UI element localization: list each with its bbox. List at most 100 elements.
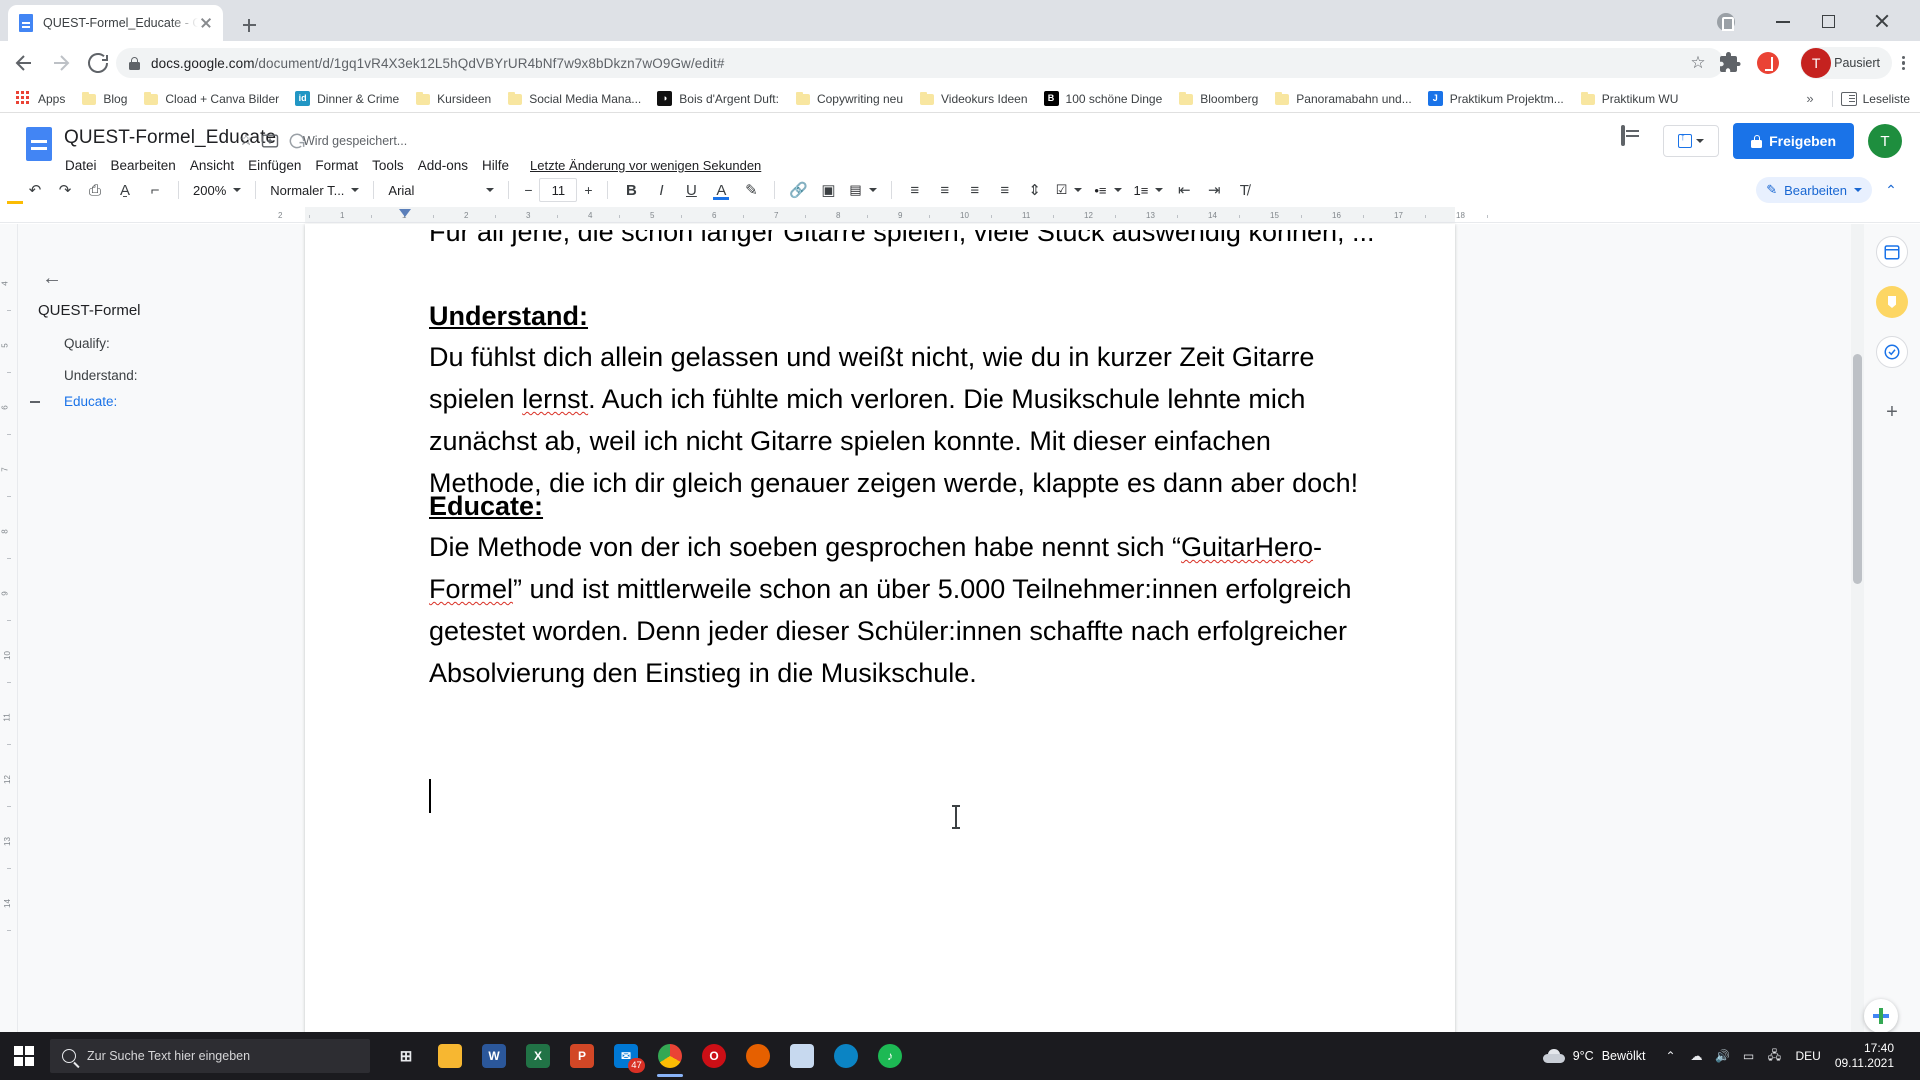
maximize-button[interactable] xyxy=(1807,6,1853,36)
paragraph-style-select[interactable]: Normaler T... xyxy=(264,177,365,203)
bookmark-item[interactable]: Kursideen xyxy=(407,87,499,111)
numbered-list-select[interactable]: 1≡ xyxy=(1128,177,1170,203)
insert-comment-icon[interactable]: ▣ xyxy=(813,177,843,203)
close-icon[interactable] xyxy=(198,15,214,31)
window-close-button[interactable] xyxy=(1860,6,1906,36)
font-size-stepper[interactable]: − 11 + xyxy=(517,178,599,202)
chrome-menu-icon[interactable] xyxy=(1892,52,1914,74)
reading-list-button[interactable]: Leseliste xyxy=(1840,91,1910,106)
line-spacing-icon[interactable]: ⇕ xyxy=(1020,177,1050,203)
document-page[interactable]: Für all jene, die schon länger Gitarre s… xyxy=(305,224,1455,1055)
taskbar-app-file-explorer[interactable] xyxy=(428,1034,472,1078)
highlight-color-icon[interactable]: ✎ xyxy=(736,177,766,203)
outline-heading[interactable]: QUEST-Formel xyxy=(38,302,141,319)
taskbar-app-spotify[interactable]: ♪ xyxy=(868,1034,912,1078)
address-bar[interactable]: docs.google.com/document/d/1gq1vR4X3ek12… xyxy=(116,48,1724,78)
taskbar-app-task-view[interactable]: ⊞ xyxy=(384,1034,428,1078)
taskbar-search-input[interactable]: Zur Suche Text hier eingeben xyxy=(50,1039,370,1073)
calendar-side-icon[interactable] xyxy=(1876,236,1908,268)
taskbar-app-excel[interactable]: X xyxy=(516,1034,560,1078)
taskbar-app-opera[interactable]: O xyxy=(692,1034,736,1078)
tasks-side-icon[interactable] xyxy=(1876,336,1908,368)
bookmark-item[interactable]: Blog xyxy=(73,87,135,111)
bookmark-star-icon[interactable]: ☆ xyxy=(1688,53,1708,73)
battery-icon[interactable]: ▭ xyxy=(1735,1032,1761,1080)
hide-menus-icon[interactable]: ⌃ xyxy=(1878,177,1904,203)
present-button[interactable] xyxy=(1663,125,1720,157)
insert-image-select[interactable]: ▤ xyxy=(843,177,882,203)
decrease-indent-icon[interactable]: ⇤ xyxy=(1169,177,1199,203)
zoom-select[interactable]: 200% xyxy=(187,177,247,203)
font-size-value[interactable]: 11 xyxy=(539,178,578,202)
minimize-button[interactable] xyxy=(1761,6,1807,36)
bookmark-item[interactable]: id Dinner & Crime xyxy=(287,87,407,111)
weather-widget[interactable]: 9°C Bewölkt xyxy=(1531,1049,1658,1063)
get-addons-icon[interactable]: + xyxy=(1876,396,1908,428)
clear-formatting-icon[interactable]: T̸ xyxy=(1229,177,1259,203)
undo-icon[interactable]: ↶ xyxy=(20,177,50,203)
bookmark-item[interactable]: Copywriting neu xyxy=(787,87,911,111)
outline-item-understand[interactable]: Understand: xyxy=(64,368,138,383)
italic-icon[interactable]: I xyxy=(646,177,676,203)
outline-item-qualify[interactable]: Qualify: xyxy=(64,336,110,351)
scrollbar-thumb[interactable] xyxy=(1853,354,1862,584)
redo-icon[interactable]: ↷ xyxy=(50,177,80,203)
reload-icon[interactable] xyxy=(86,51,110,75)
move-to-folder-icon[interactable] xyxy=(260,131,280,151)
align-justify-icon[interactable]: ≡ xyxy=(990,177,1020,203)
insert-link-icon[interactable]: 🔗 xyxy=(783,177,813,203)
network-icon[interactable]: 🖧 xyxy=(1761,1032,1787,1080)
vertical-scrollbar[interactable] xyxy=(1851,224,1864,1055)
bulleted-list-select[interactable]: •≡ xyxy=(1088,177,1127,203)
print-icon[interactable]: ⎙ xyxy=(80,177,110,203)
share-button[interactable]: Freigeben xyxy=(1733,123,1854,159)
browser-tab-active[interactable]: QUEST-Formel_Educate - Google Docs xyxy=(8,5,223,41)
docs-logo-icon[interactable] xyxy=(22,127,56,161)
font-select[interactable]: Arial xyxy=(382,177,500,203)
back-icon[interactable] xyxy=(12,51,36,75)
bookmark-item[interactable]: Bloomberg xyxy=(1170,87,1266,111)
taskbar-app-chrome[interactable] xyxy=(648,1034,692,1078)
taskbar-app-firefox[interactable] xyxy=(736,1034,780,1078)
profile-chip[interactable]: T Pausiert xyxy=(1800,47,1892,79)
clock[interactable]: 17:40 09.11.2021 xyxy=(1829,1041,1906,1071)
text-color-icon[interactable]: A xyxy=(706,177,736,203)
font-size-decrease[interactable]: − xyxy=(517,178,539,202)
align-right-icon[interactable]: ≡ xyxy=(960,177,990,203)
last-edit-link[interactable]: Letzte Änderung vor wenigen Sekunden xyxy=(530,158,761,173)
bookmark-item[interactable]: Panoramabahn und... xyxy=(1266,87,1419,111)
close-outline-icon[interactable]: ← xyxy=(38,264,66,292)
outline-item-educate[interactable]: Educate: xyxy=(64,394,117,409)
tab-search-icon[interactable] xyxy=(1715,11,1737,33)
spellcheck-icon[interactable]: A̱ xyxy=(110,177,140,203)
align-left-icon[interactable]: ≡ xyxy=(900,177,930,203)
checklist-select[interactable]: ☑ xyxy=(1050,177,1089,203)
explore-button[interactable] xyxy=(1864,999,1898,1033)
new-tab-button[interactable] xyxy=(235,11,263,39)
tray-expand-icon[interactable]: ⌃ xyxy=(1657,1032,1683,1080)
taskbar-app-paint[interactable] xyxy=(780,1034,824,1078)
bookmark-item[interactable]: Apps xyxy=(8,87,73,111)
editing-mode-button[interactable]: ✎ Bearbeiten xyxy=(1756,177,1872,203)
comment-history-icon[interactable] xyxy=(1621,125,1649,155)
keep-side-icon[interactable] xyxy=(1876,286,1908,318)
show-desktop-button[interactable] xyxy=(1906,1032,1914,1080)
bookmark-item[interactable]: Videokurs Ideen xyxy=(911,87,1036,111)
increase-indent-icon[interactable]: ⇥ xyxy=(1199,177,1229,203)
bookmarks-overflow-icon[interactable]: » xyxy=(1796,91,1823,106)
bold-icon[interactable]: B xyxy=(616,177,646,203)
onedrive-icon[interactable]: ☁ xyxy=(1683,1032,1709,1080)
paint-format-icon[interactable]: ⌐ xyxy=(140,177,170,203)
volume-icon[interactable]: 🔊 xyxy=(1709,1032,1735,1080)
forward-icon[interactable] xyxy=(49,51,73,75)
star-icon[interactable]: ☆ xyxy=(236,131,256,151)
avatar[interactable]: T xyxy=(1868,124,1902,158)
underline-icon[interactable]: U xyxy=(676,177,706,203)
align-center-icon[interactable]: ≡ xyxy=(930,177,960,203)
taskbar-app-word[interactable]: W xyxy=(472,1034,516,1078)
bookmark-item[interactable]: Cload + Canva Bilder xyxy=(135,87,287,111)
font-size-increase[interactable]: + xyxy=(577,178,599,202)
taskbar-app-edge[interactable] xyxy=(824,1034,868,1078)
bookmark-item[interactable]: B 100 schöne Dinge xyxy=(1036,87,1171,111)
horizontal-ruler[interactable]: 2 1 1 2 3 4 5 6 7 8 9 10 11 12 13 14 15 16 17 18 xyxy=(0,207,1920,223)
